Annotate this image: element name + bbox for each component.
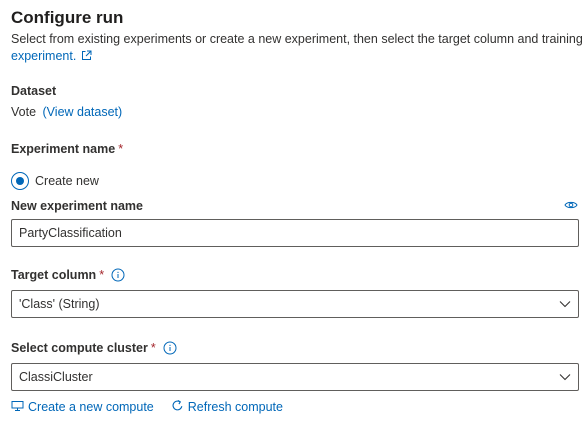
experiment-name-label: Experiment name *: [11, 142, 123, 156]
target-column-dropdown[interactable]: 'Class' (String): [11, 290, 579, 318]
description-link-row: experiment.: [11, 48, 92, 66]
new-experiment-name-input[interactable]: [19, 226, 571, 240]
refresh-compute-button[interactable]: Refresh compute: [171, 399, 283, 415]
dataset-label: Dataset: [11, 84, 57, 98]
target-column-label: Target column *: [11, 268, 125, 285]
chevron-down-icon: [559, 370, 571, 384]
compute-cluster-selected-value: ClassiCluster: [19, 370, 93, 384]
required-mark: *: [99, 268, 105, 282]
create-new-compute-button[interactable]: Create a new compute: [11, 400, 154, 415]
compute-cluster-label: Select compute cluster *: [11, 341, 177, 358]
chevron-down-icon: [559, 297, 571, 311]
create-new-label: Create new: [35, 174, 99, 188]
create-new-radio[interactable]: Create new: [11, 172, 99, 190]
compute-actions: Create a new compute Refresh compute: [11, 399, 283, 415]
compute-cluster-dropdown[interactable]: ClassiCluster: [11, 363, 579, 391]
page-title: Configure run: [11, 8, 124, 27]
learn-more-link[interactable]: experiment.: [11, 49, 76, 63]
compute-cluster-label-text: Select compute cluster: [11, 341, 148, 355]
new-experiment-name-field[interactable]: [11, 219, 579, 247]
page-description: Select from existing experiments or crea…: [11, 32, 583, 46]
eye-icon[interactable]: [564, 197, 578, 215]
target-column-selected-value: 'Class' (String): [19, 297, 100, 311]
required-mark: *: [118, 142, 124, 156]
required-mark: *: [150, 341, 156, 355]
open-in-new-window-icon[interactable]: [81, 49, 92, 66]
info-icon[interactable]: [163, 341, 177, 358]
dataset-value-row: Vote (View dataset): [11, 105, 122, 119]
experiment-name-label-text: Experiment name: [11, 142, 116, 156]
create-new-compute-label: Create a new compute: [28, 400, 154, 414]
compute-icon: [11, 400, 28, 415]
target-column-label-text: Target column: [11, 268, 97, 282]
radio-selected-dot: [16, 177, 24, 185]
configure-run-panel: Configure run Select from existing exper…: [0, 0, 587, 424]
dataset-name: Vote: [11, 105, 37, 119]
radio-button[interactable]: [11, 172, 29, 190]
refresh-compute-label: Refresh compute: [187, 400, 283, 414]
refresh-icon: [171, 399, 188, 415]
info-icon[interactable]: [111, 268, 125, 285]
new-experiment-name-label: New experiment name: [11, 199, 143, 213]
view-dataset-link[interactable]: (View dataset): [43, 105, 123, 119]
